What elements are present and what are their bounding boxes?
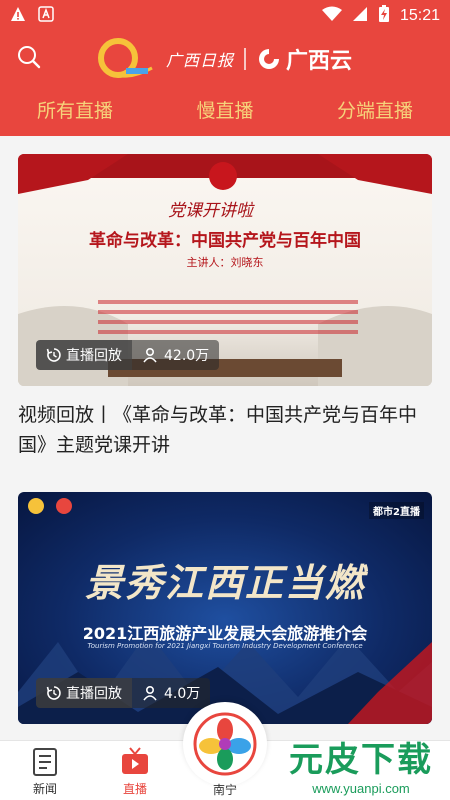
guangxi-daily-wordmark: 广西日报 — [166, 51, 235, 70]
cloud-wordmark-text: 广西云 — [286, 49, 353, 74]
nav-nanning-label: 南宁 — [212, 783, 237, 797]
person-icon — [143, 685, 157, 701]
view-count-value: 4.0万 — [164, 686, 201, 702]
wifi-icon — [321, 6, 342, 26]
search-icon[interactable] — [16, 44, 42, 70]
signal-icon — [352, 6, 368, 26]
tv-icon — [122, 747, 148, 774]
live-badge: 直播回放 42.0万 — [36, 340, 220, 370]
brand-logo: 广西日报 广西云 — [96, 38, 352, 80]
news-icon — [33, 748, 57, 776]
nav-live[interactable]: 直播 — [100, 741, 170, 800]
poster-headline: 革命与改革：中国共产党与百年中国 — [89, 231, 361, 251]
card-title[interactable]: 视频回放丨《革命与改革：中国共产党与百年中国》主题党课开讲 — [18, 400, 432, 460]
view-count-value: 42.0万 — [164, 348, 210, 364]
app-a-icon — [38, 6, 54, 26]
nav-nanning[interactable] — [183, 702, 267, 786]
view-count: 4.0万 — [132, 678, 211, 708]
nav-live-label: 直播 — [122, 782, 147, 796]
app-header: 广西日报 广西云 — [0, 32, 450, 82]
city-logo-icon — [193, 712, 257, 776]
live-feed[interactable]: 党课开讲啦 革命与改革：中国共产党与百年中国 主讲人：刘晓东 直播回放 42.0… — [0, 136, 450, 740]
anniversary-logo-icon — [98, 38, 153, 78]
poster-credits — [98, 294, 358, 342]
nav-news-label: 新闻 — [32, 782, 57, 796]
live-card[interactable]: 党课开讲啦 革命与改革：中国共产党与百年中国 主讲人：刘晓东 直播回放 42.0… — [18, 154, 432, 474]
watermark-url: www.yuanpi.com — [312, 781, 410, 796]
replay-label: 直播回放 — [66, 348, 122, 364]
battery-charging-icon — [378, 5, 390, 27]
status-bar: 15:21 — [0, 0, 450, 32]
watermark-text: 元皮下载 — [289, 740, 433, 780]
tab-all-live[interactable]: 所有直播 — [0, 82, 150, 136]
replay-icon — [46, 686, 61, 700]
poster-english: Tourism Promotion for 2021 Jiangxi Touri… — [87, 642, 363, 650]
cloud-logo-icon — [259, 49, 280, 69]
poster-speaker: 主讲人：刘晓东 — [186, 256, 264, 269]
guangxi-cloud-wordmark: 广西云 — [256, 43, 352, 75]
poster-script: 党课开讲啦 — [168, 201, 253, 221]
tab-slow-live[interactable]: 慢直播 — [150, 82, 300, 136]
watermark: 元皮下载 www.yuanpi.com — [272, 728, 450, 800]
poster-corner: 都市2直播 — [369, 502, 424, 519]
replay-icon — [46, 348, 61, 362]
live-tabs: 所有直播 慢直播 分端直播 — [0, 82, 450, 136]
person-icon — [143, 347, 157, 363]
view-count: 42.0万 — [132, 340, 220, 370]
poster-headline: 2021江西旅游产业发展大会旅游推介会 — [82, 624, 368, 643]
tab-multi-live[interactable]: 分端直播 — [300, 82, 450, 136]
poster-calligraphy: 景秀江西正当燃 — [84, 560, 365, 605]
replay-tag: 直播回放 — [36, 678, 132, 708]
replay-tag: 直播回放 — [36, 340, 132, 370]
brand-divider — [244, 48, 247, 70]
nav-news[interactable]: 新闻 — [10, 741, 80, 800]
warning-icon — [10, 6, 26, 26]
replay-label: 直播回放 — [66, 686, 122, 702]
live-badge: 直播回放 4.0万 — [36, 678, 211, 708]
clock: 15:21 — [399, 7, 440, 24]
